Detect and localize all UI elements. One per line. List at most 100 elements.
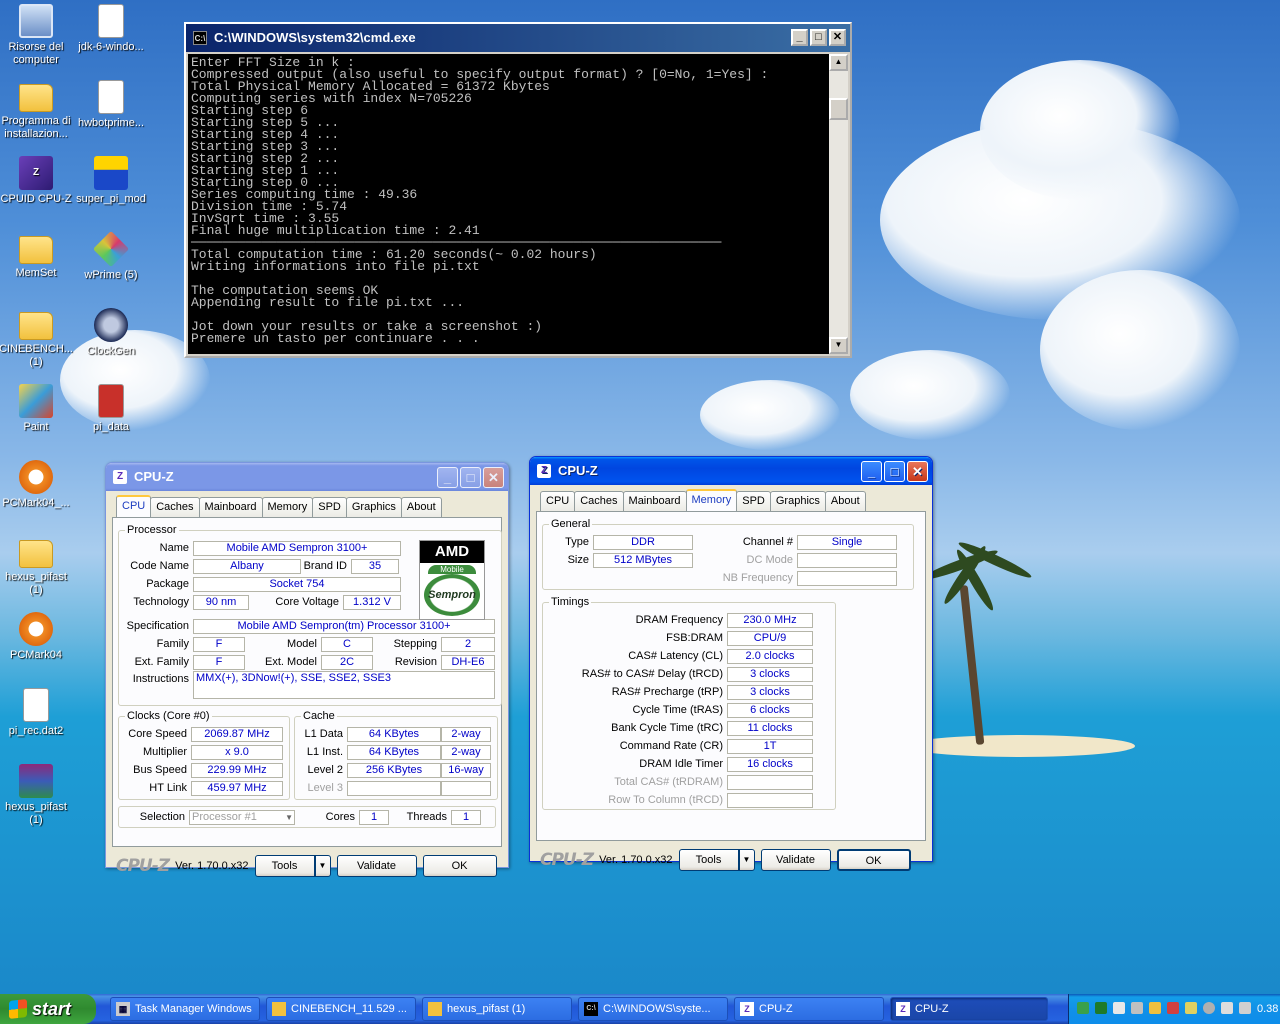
cpuz-icon: Z <box>896 1002 910 1016</box>
tab-cpu[interactable]: CPU <box>540 491 576 511</box>
minimize-button[interactable]: _ <box>861 461 882 482</box>
desktop-icon-pidata[interactable]: pi_data <box>73 384 149 434</box>
minimize-button[interactable]: _ <box>791 29 808 46</box>
processor-select[interactable]: Processor #1 ▼ <box>189 809 295 825</box>
ok-button[interactable]: OK <box>422 855 497 877</box>
tab-about[interactable]: About <box>824 491 866 511</box>
desktop-icon-hexus-folder[interactable]: hexus_pifast (1) <box>0 536 74 597</box>
tab-memory[interactable]: Memory <box>261 497 314 517</box>
taskbar-item-task-manager[interactable]: ▦ Task Manager Windows <box>110 997 260 1021</box>
chevron-down-icon[interactable]: ▼ <box>314 855 331 877</box>
file-icon <box>23 688 49 722</box>
taskbar-item-cpuz-1[interactable]: Z CPU-Z <box>734 997 884 1021</box>
desktop-icon-cinebench[interactable]: CINEBENCH... (1) <box>0 308 74 369</box>
desktop-icon-computer[interactable]: Risorse del computer <box>0 4 74 67</box>
timing-row: CAS# Latency (CL) 2.0 clocks <box>549 647 829 665</box>
scrollbar-thumb[interactable] <box>829 98 848 120</box>
timing-value <box>727 792 813 808</box>
antivirus-icon[interactable] <box>1167 1002 1179 1014</box>
timing-row: FSB:DRAM CPU/9 <box>549 629 829 647</box>
cpuz-brand-logo: CPU-Z <box>116 856 170 876</box>
security-icon[interactable] <box>1095 1002 1107 1014</box>
group-label: General <box>551 518 591 530</box>
codename-value: Albany <box>193 558 301 574</box>
windows-flag-icon <box>9 999 27 1019</box>
validate-button[interactable]: Validate <box>760 849 831 871</box>
desktop-icon-memset[interactable]: MemSet <box>0 232 74 280</box>
type-value: DDR <box>593 534 693 550</box>
tab-spd[interactable]: SPD <box>312 497 347 517</box>
cmd-console-output[interactable]: Enter FFT Size in k : Compressed output (… <box>188 54 829 354</box>
codename-label: Code Name <box>130 560 189 572</box>
maximize-button[interactable]: □ <box>810 29 827 46</box>
tab-graphics[interactable]: Graphics <box>345 497 402 517</box>
tab-mainboard[interactable]: Mainboard <box>198 497 263 517</box>
desktop-icon-wprime[interactable]: wPrime (5) <box>73 230 149 282</box>
multiplier-label: Multiplier <box>142 746 187 758</box>
taskbar-item-hexus[interactable]: hexus_pifast (1) <box>422 997 572 1021</box>
tools-button[interactable]: Tools <box>678 849 739 871</box>
updates-icon[interactable] <box>1149 1002 1161 1014</box>
desktop-icon-programma[interactable]: Programma di installazion... <box>0 80 74 141</box>
desktop-icon-clockgen[interactable]: ClockGen <box>73 308 149 358</box>
cmd-titlebar[interactable]: C:\ C:\WINDOWS\system32\cmd.exe _ □ ✕ <box>186 24 850 52</box>
cpuz-memory-titlebar[interactable]: Z CPU-Z _ □ ✕ <box>530 457 932 485</box>
taskbar-item-cinebench[interactable]: CINEBENCH_11.529 ... <box>266 997 416 1021</box>
tab-cpu[interactable]: CPU <box>116 495 152 517</box>
java-installer-icon <box>98 4 124 38</box>
close-button[interactable]: ✕ <box>483 467 504 488</box>
corevoltage-value: 1.312 V <box>343 594 401 610</box>
desktop-icon-superpi[interactable]: super_pi_mod <box>73 156 149 206</box>
close-button[interactable]: ✕ <box>829 29 846 46</box>
wallpaper-island <box>905 735 1135 757</box>
winrar-icon <box>19 764 53 798</box>
desktop-icon-hwbotprime[interactable]: hwbotprime... <box>73 80 149 130</box>
cmd-scrollbar[interactable]: ▲ ▼ <box>829 54 848 354</box>
timing-value: 230.0 MHz <box>727 612 813 628</box>
tools-button[interactable]: Tools <box>254 855 315 877</box>
desktop-icon-pirec[interactable]: pi_rec.dat2 <box>0 688 74 738</box>
desktop-icon-jdk[interactable]: jdk-6-windo... <box>73 4 149 54</box>
maximize-button[interactable]: □ <box>884 461 905 482</box>
cpuz-memory-window[interactable]: Z CPU-Z _ □ ✕ CPU Caches Mainboard Memor… <box>529 456 933 871</box>
tab-spd[interactable]: SPD <box>736 491 771 511</box>
validate-button[interactable]: Validate <box>336 855 417 877</box>
desktop-icon-cpuz[interactable]: Z CPUID CPU-Z <box>0 156 74 206</box>
timing-label: RAS# to CAS# Delay (tRCD) <box>581 668 723 680</box>
minimize-button[interactable]: _ <box>437 467 458 488</box>
scroll-down-arrow-icon[interactable]: ▼ <box>829 337 848 354</box>
tab-caches[interactable]: Caches <box>574 491 624 511</box>
ok-button[interactable]: OK <box>836 849 911 871</box>
tab-mainboard[interactable]: Mainboard <box>622 491 687 511</box>
close-button[interactable]: ✕ <box>907 461 928 482</box>
desktop-icon-paint[interactable]: Paint <box>0 384 74 434</box>
chevron-down-icon[interactable]: ▼ <box>738 849 755 871</box>
disk-icon[interactable] <box>1203 1002 1215 1014</box>
tab-graphics[interactable]: Graphics <box>769 491 826 511</box>
maximize-button[interactable]: □ <box>460 467 481 488</box>
start-button[interactable]: start <box>0 994 96 1024</box>
cpuz-cpu-titlebar[interactable]: Z CPU-Z _ □ ✕ <box>106 463 508 491</box>
desktop-icon-pcmark04[interactable]: PCMark04 <box>0 612 74 662</box>
lightning-icon[interactable] <box>1113 1002 1125 1014</box>
help-icon[interactable] <box>1131 1002 1143 1014</box>
cmd-window[interactable]: C:\ C:\WINDOWS\system32\cmd.exe _ □ ✕ En… <box>184 22 852 358</box>
computer-icon <box>19 4 53 38</box>
taskbar-item-cpuz-2[interactable]: Z CPU-Z <box>890 997 1048 1021</box>
tab-caches[interactable]: Caches <box>150 497 200 517</box>
htlink-value: 459.97 MHz <box>191 780 283 796</box>
volume-icon[interactable] <box>1221 1002 1233 1014</box>
cpuz-cpu-window[interactable]: Z CPU-Z _ □ ✕ CPU Caches Mainboard Memor… <box>105 462 509 877</box>
battery-icon[interactable] <box>1185 1002 1197 1014</box>
cpuz-icon: Z <box>740 1002 754 1016</box>
taskbar-item-cmd[interactable]: C:\ C:\WINDOWS\syste... <box>578 997 728 1021</box>
safely-remove-icon[interactable] <box>1239 1002 1251 1014</box>
network-icon[interactable] <box>1077 1002 1089 1014</box>
spec-label: Specification <box>126 620 189 632</box>
tab-about[interactable]: About <box>400 497 442 517</box>
scroll-up-arrow-icon[interactable]: ▲ <box>829 54 848 71</box>
tab-memory[interactable]: Memory <box>685 489 738 511</box>
desktop-icon-pcmark04-setup[interactable]: PCMark04_... <box>0 460 74 510</box>
desktop-icon-hexus-rar[interactable]: hexus_pifast (1) <box>0 764 74 827</box>
desktop-icon-label: pi_rec.dat2 <box>8 725 64 737</box>
